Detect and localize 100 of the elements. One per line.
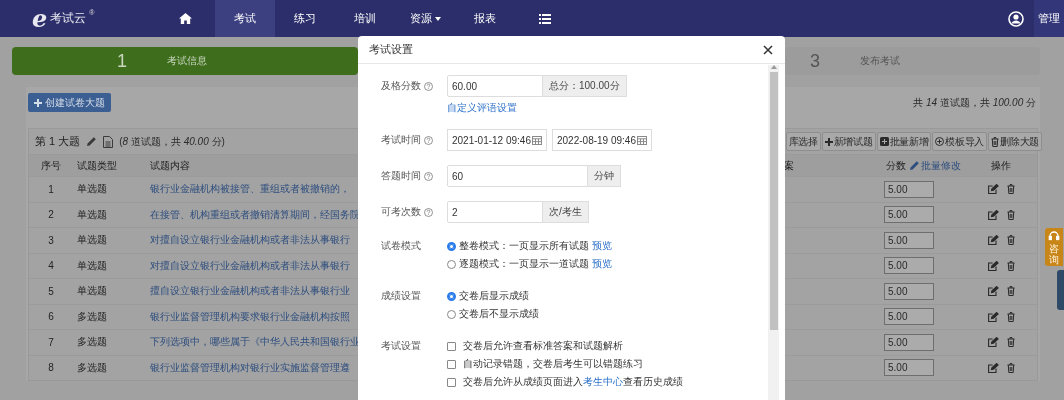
section-title: 第 1 大题: [35, 134, 81, 149]
document-button[interactable]: [103, 135, 114, 148]
scrollbar[interactable]: [768, 65, 779, 400]
nav-tab[interactable]: 报表: [455, 0, 515, 37]
headset-icon: [1048, 230, 1060, 242]
table-cell-text: 多选题: [76, 335, 108, 350]
radio-button[interactable]: [447, 309, 456, 319]
pencil-icon: [909, 160, 920, 171]
edit-button[interactable]: [987, 362, 999, 373]
plus-circle-icon: [935, 137, 945, 146]
delete-button[interactable]: [1006, 337, 1015, 348]
input-field[interactable]: 2: [447, 201, 543, 223]
toolbar-button[interactable]: 库选择: [785, 132, 821, 151]
score-input[interactable]: 5.00: [884, 308, 934, 326]
step-number: 3: [809, 50, 820, 72]
delete-button[interactable]: [1006, 209, 1015, 220]
edit-button[interactable]: [987, 286, 999, 297]
plus-icon: [824, 137, 833, 146]
toolbar-button[interactable]: 批量新增: [876, 132, 932, 151]
trash-icon: [1006, 260, 1015, 271]
date-field[interactable]: 2022-08-19 09:46: [552, 129, 652, 151]
admin-link[interactable]: 管理: [1034, 0, 1064, 37]
trash-icon: [1006, 362, 1015, 373]
option-label: 自动记录错题，交卷后考生可以错题练习: [463, 357, 643, 371]
nav-tab[interactable]: 练习: [275, 0, 335, 37]
toolbar-button[interactable]: 删除大题: [988, 132, 1042, 151]
field-label: 试卷模式: [381, 239, 421, 253]
question-link[interactable]: 银行业金融机构被接管、重组或者被撤销的，: [150, 182, 350, 197]
checkbox[interactable]: [447, 377, 456, 387]
trash-icon: [991, 136, 1000, 147]
column-header: 案: [784, 158, 794, 173]
delete-button[interactable]: [1006, 311, 1015, 322]
score-input[interactable]: 5.00: [884, 180, 934, 198]
radio-button[interactable]: [447, 241, 456, 251]
checkbox[interactable]: [447, 341, 456, 351]
question-link[interactable]: 对擅自设立银行业金融机构或者非法从事银行: [150, 233, 350, 248]
option-label: 交卷后显示成绩: [459, 289, 529, 303]
preview-link[interactable]: 预览: [592, 257, 612, 271]
edit-button[interactable]: [987, 260, 999, 271]
radio-button[interactable]: [447, 291, 456, 301]
score-input[interactable]: 5.00: [884, 257, 934, 275]
nav-tab[interactable]: 资源: [395, 0, 455, 37]
step-number: 1: [116, 50, 127, 72]
create-section-button[interactable]: 创建试卷大题: [28, 93, 111, 112]
question-link[interactable]: 擅自设立银行业金融机构或者非法从事银行业: [150, 284, 350, 299]
nav-tab[interactable]: 培训: [335, 0, 395, 37]
nav-tab[interactable]: 考试: [215, 0, 275, 37]
comment-settings-link[interactable]: 自定义评语设置: [447, 101, 517, 115]
table-cell-text: 单选题: [76, 207, 108, 222]
edit-title-button[interactable]: [86, 136, 98, 147]
question-link[interactable]: 银行业监督管理机构对银行业实施监督管理遵: [150, 360, 350, 375]
candidate-center-link[interactable]: 考生中心: [583, 376, 623, 387]
column-header: 试题类型: [77, 158, 117, 173]
field-label: 及格分数: [381, 79, 421, 93]
score-input[interactable]: 5.00: [884, 333, 934, 351]
plus-icon: [34, 98, 42, 107]
edit-icon: [987, 184, 999, 195]
score-input[interactable]: 5.00: [884, 206, 934, 224]
field-label: 可考次数: [381, 205, 421, 219]
edit-button[interactable]: [987, 184, 999, 195]
dialog-title: 考试设置: [369, 42, 413, 57]
trash-icon: [1006, 337, 1015, 348]
edit-icon: [987, 235, 999, 246]
table-cell-text: 多选题: [76, 309, 108, 324]
radio-button[interactable]: [447, 259, 456, 269]
column-header: 序号: [41, 158, 61, 173]
preview-link[interactable]: 预览: [592, 239, 612, 253]
edit-icon: [987, 286, 999, 297]
toolbar-button[interactable]: 新增试题: [821, 132, 876, 151]
delete-button[interactable]: [1006, 184, 1015, 195]
field-label: 答题时间: [381, 169, 421, 183]
score-input[interactable]: 5.00: [884, 282, 934, 300]
question-link[interactable]: 对擅自设立银行业金融机构或者非法从事银行: [150, 258, 350, 273]
edit-icon: [987, 209, 999, 220]
date-field[interactable]: 2021-01-12 09:46: [447, 129, 547, 151]
input-addon: 次/考生: [543, 201, 589, 223]
trash-icon: [1006, 209, 1015, 220]
edit-button[interactable]: [987, 235, 999, 246]
input-field[interactable]: 60.00: [447, 75, 543, 97]
table-cell-text: 4: [47, 259, 55, 274]
delete-button[interactable]: [1006, 362, 1015, 373]
delete-button[interactable]: [1006, 235, 1015, 246]
close-button[interactable]: [761, 42, 775, 57]
edit-icon: [987, 337, 999, 348]
step-label: 发布考试: [860, 54, 900, 68]
input-field[interactable]: 60: [447, 165, 588, 187]
checkbox[interactable]: [447, 359, 456, 369]
edit-icon: [987, 362, 999, 373]
question-link[interactable]: 银行业监督管理机构要求银行业金融机构按照: [150, 309, 350, 324]
edit-button[interactable]: [987, 311, 999, 322]
toolbar-button[interactable]: 模板导入: [932, 132, 988, 151]
calendar-icon: [532, 135, 542, 145]
edit-button[interactable]: [987, 209, 999, 220]
score-input[interactable]: 5.00: [884, 359, 934, 377]
score-input[interactable]: 5.00: [884, 231, 934, 249]
delete-button[interactable]: [1006, 286, 1015, 297]
batch-edit-link[interactable]: 批量修改: [909, 158, 961, 173]
delete-button[interactable]: [1006, 260, 1015, 271]
user-icon: [1008, 10, 1024, 27]
edit-button[interactable]: [987, 337, 999, 348]
